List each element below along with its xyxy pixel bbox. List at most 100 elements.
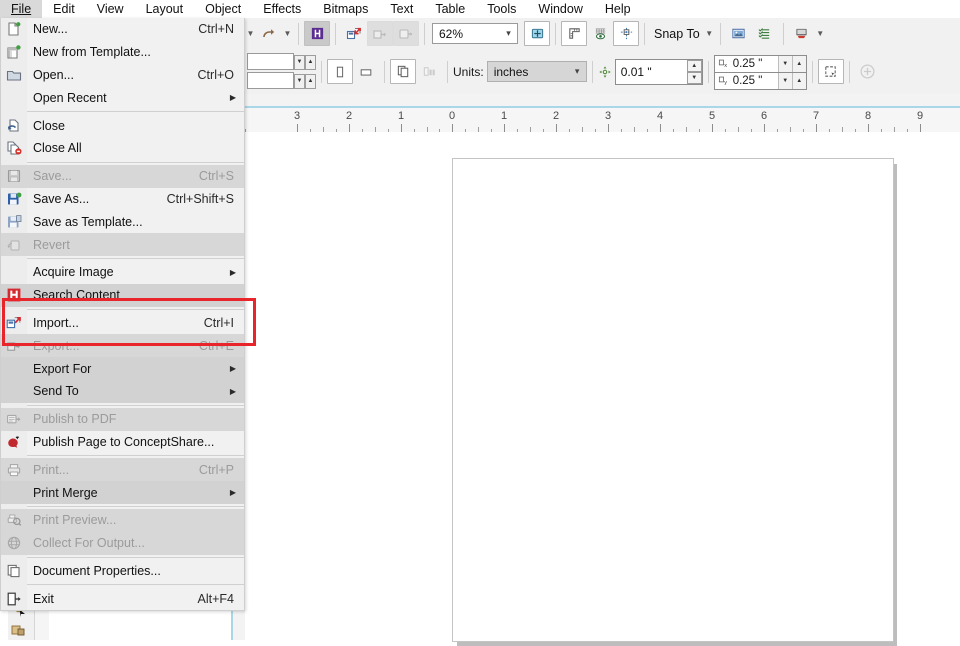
file-menu-item-new-from-template[interactable]: New from Template...: [1, 41, 244, 64]
search-content-toolbar-button[interactable]: [304, 21, 330, 46]
rulers-toggle-button[interactable]: [561, 21, 587, 46]
page-height-up-button[interactable]: ▲: [305, 73, 316, 89]
document-properties-icon: [1, 560, 27, 583]
menu-item-no-icon: [1, 380, 27, 403]
print-icon: [1, 458, 27, 481]
zoom-level-combo[interactable]: 62% ▾: [432, 23, 518, 44]
ruler-label: 2: [345, 110, 353, 122]
menubar-item-edit-label: Edit: [53, 2, 75, 16]
menubar-item-layout[interactable]: Layout: [135, 0, 195, 18]
units-combo[interactable]: inches ▾: [486, 61, 587, 82]
file-menu-item-export-for[interactable]: Export For ▶: [1, 357, 244, 380]
menubar-item-tools-label: Tools: [487, 2, 517, 16]
document-page[interactable]: [452, 158, 894, 642]
current-page-button[interactable]: [416, 59, 442, 84]
grid-toggle-button[interactable]: [587, 21, 613, 46]
redo-dropdown-arrow[interactable]: ▼: [282, 23, 293, 45]
page-height-down-button[interactable]: ▼: [294, 73, 305, 89]
chevron-down-icon[interactable]: ▾: [569, 62, 586, 81]
options-button[interactable]: [726, 21, 752, 46]
snap-to-dropdown-arrow[interactable]: ▼: [704, 23, 715, 45]
menu-separator: [27, 505, 244, 507]
file-menu-item-label: Acquire Image: [33, 265, 114, 280]
file-menu-item-import[interactable]: Import... Ctrl+I: [1, 312, 244, 335]
duplicate-distance-x-row[interactable]: x 0.25 " ▼ ▲: [713, 54, 807, 73]
toolbar-separator: [811, 60, 813, 83]
duplicate-distance-y-row[interactable]: y 0.25 " ▼ ▲: [713, 71, 807, 90]
import-toolbar-button[interactable]: [341, 21, 367, 46]
nudge-offset-field[interactable]: 0.01 " ▲ ▼: [614, 58, 703, 85]
portrait-orientation-button[interactable]: [327, 59, 353, 84]
file-menu-item-new[interactable]: New... Ctrl+N: [1, 18, 244, 41]
page-width-up-button[interactable]: ▲: [305, 54, 316, 70]
menubar-item-window[interactable]: Window: [527, 0, 593, 18]
toolbar-separator: [321, 60, 322, 83]
undo-dropdown-arrow[interactable]: ▼: [245, 23, 256, 45]
file-menu-item-document-properties[interactable]: Document Properties...: [1, 560, 244, 583]
landscape-orientation-button[interactable]: [353, 59, 379, 84]
duplicate-y-down-button[interactable]: ▼: [777, 72, 792, 89]
ruler-major-tick: [764, 124, 765, 132]
open-folder-icon: [1, 64, 27, 87]
file-menu-item-send-to[interactable]: Send To ▶: [1, 379, 244, 403]
all-pages-button[interactable]: [390, 59, 416, 84]
horizontal-ruler[interactable]: 3 2 1 0 1 2 3 4 5 6 7 8 9: [245, 108, 960, 133]
nudge-offset-up-button[interactable]: ▲: [686, 59, 702, 72]
application-launcher-button[interactable]: [789, 21, 815, 46]
menubar-item-bitmaps[interactable]: Bitmaps: [312, 0, 379, 18]
page-border-button[interactable]: [817, 59, 844, 84]
units-label: Units:: [453, 64, 484, 79]
duplicate-x-down-button[interactable]: ▼: [777, 55, 792, 72]
nudge-offset-spinner[interactable]: ▲ ▼: [686, 59, 702, 84]
duplicate-y-icon: y: [715, 75, 729, 86]
redo-button[interactable]: [256, 21, 282, 46]
file-menu-item-acquire-image[interactable]: Acquire Image ▶: [1, 261, 244, 284]
drawing-canvas[interactable]: [245, 132, 960, 646]
menu-item-no-icon: [1, 357, 27, 380]
menubar-item-window-label: Window: [538, 2, 583, 16]
menubar-item-file[interactable]: File: [0, 0, 43, 18]
duplicate-y-up-button[interactable]: ▲: [791, 72, 806, 89]
file-menu-dropdown[interactable]: New... Ctrl+N New from Template... Open... C…: [0, 18, 245, 612]
file-menu-item-publish-page-to-conceptshare[interactable]: Publish Page to ConceptShare...: [1, 431, 244, 454]
menubar-item-text[interactable]: Text: [379, 0, 424, 18]
menubar-item-table[interactable]: Table: [424, 0, 476, 18]
add-page-button[interactable]: [855, 59, 881, 84]
file-menu-item-label: Publish Page to ConceptShare...: [33, 434, 215, 449]
zoom-fit-button[interactable]: [524, 21, 550, 46]
menubar-item-edit[interactable]: Edit: [42, 0, 86, 18]
toolbar-separator: [848, 60, 850, 83]
file-menu-item-print-merge[interactable]: Print Merge ▶: [1, 481, 244, 504]
file-menu-item-shortcut: Alt+F4: [197, 591, 234, 606]
file-menu-item-open[interactable]: Open... Ctrl+O: [1, 64, 244, 87]
file-menu-item-save-as[interactable]: Save As... Ctrl+Shift+S: [1, 188, 244, 211]
object-manager-button[interactable]: [752, 21, 778, 46]
page-height-field[interactable]: [247, 72, 294, 89]
file-menu-item-search-content[interactable]: Search Content: [1, 283, 244, 307]
file-menu-item-exit[interactable]: Exit Alt+F4: [1, 587, 244, 610]
file-menu-item-save-as-template[interactable]: Save as Template...: [1, 210, 244, 233]
chevron-down-icon[interactable]: ▾: [500, 24, 517, 43]
menubar-item-effects[interactable]: Effects: [252, 0, 312, 18]
units-value: inches: [493, 64, 529, 79]
menubar-item-view[interactable]: View: [86, 0, 135, 18]
export-toolbar-button[interactable]: [367, 21, 393, 46]
interactive-fill-tool-icon[interactable]: [10, 621, 28, 637]
snap-to-label[interactable]: Snap To: [650, 27, 704, 41]
file-menu-item-close-all[interactable]: Close All: [1, 137, 244, 160]
page-width-field[interactable]: [247, 53, 294, 70]
publish-pdf-toolbar-button[interactable]: [393, 21, 419, 46]
menubar-item-object[interactable]: Object: [194, 0, 252, 18]
file-menu-item-open-recent[interactable]: Open Recent ▶: [1, 86, 244, 109]
menubar-item-tools[interactable]: Tools: [476, 0, 527, 18]
collect-output-icon: [1, 532, 27, 555]
file-menu-item-close[interactable]: Close: [1, 114, 244, 137]
guidelines-toggle-button[interactable]: [613, 21, 639, 46]
duplicate-x-up-button[interactable]: ▲: [791, 55, 806, 72]
application-launcher-dropdown-arrow[interactable]: ▼: [815, 23, 826, 45]
toolbar-separator: [555, 22, 556, 45]
page-width-down-button[interactable]: ▼: [294, 54, 305, 70]
menu-separator: [1, 556, 244, 558]
menubar-item-help[interactable]: Help: [594, 0, 642, 18]
nudge-offset-down-button[interactable]: ▼: [686, 71, 702, 84]
